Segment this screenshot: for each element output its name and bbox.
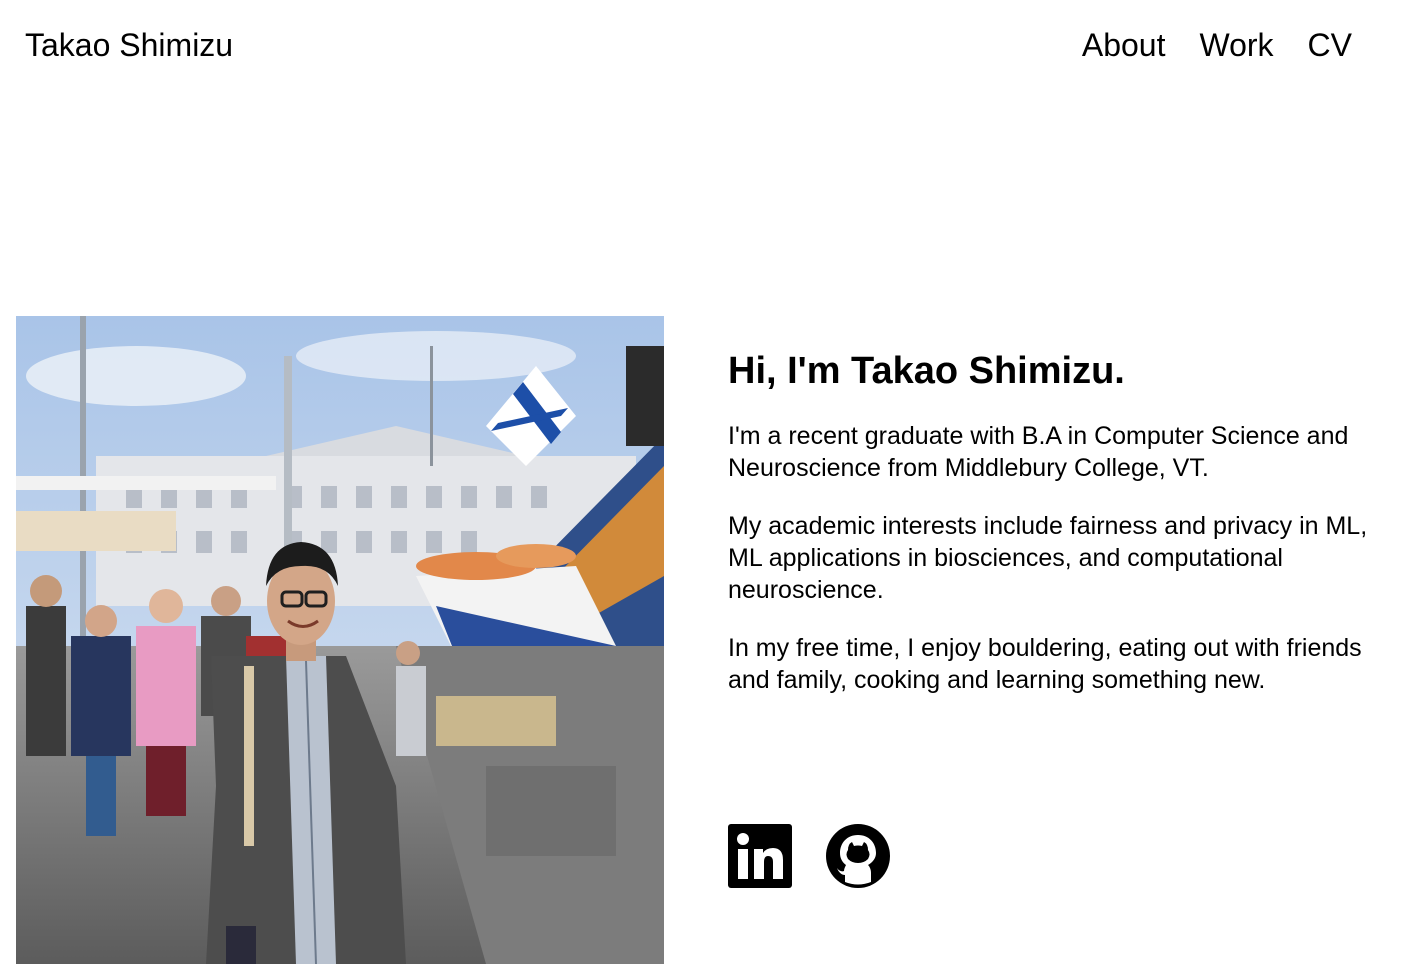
site-header: Takao Shimizu About Work CV xyxy=(0,0,1424,90)
intro-paragraph-education: I'm a recent graduate with B.A in Comput… xyxy=(728,422,1349,482)
main-nav: About Work CV xyxy=(1082,26,1352,64)
intro-paragraph-hobbies: In my free time, I enjoy bouldering, eat… xyxy=(728,634,1362,694)
github-link[interactable] xyxy=(826,824,890,888)
linkedin-icon xyxy=(728,824,792,888)
page-title: Hi, I'm Takao Shimizu. xyxy=(728,350,1125,392)
social-links xyxy=(728,824,890,888)
nav-about-link[interactable]: About xyxy=(1082,26,1166,64)
linkedin-link[interactable] xyxy=(728,824,792,888)
site-title-link[interactable]: Takao Shimizu xyxy=(25,26,233,64)
nav-cv-link[interactable]: CV xyxy=(1308,26,1352,64)
github-icon xyxy=(826,824,890,888)
intro-paragraph-interests: My academic interests include fairness a… xyxy=(728,512,1368,604)
intro-section: Hi, I'm Takao Shimizu. I'm a recent grad… xyxy=(728,348,1388,722)
portrait-photo-illustration xyxy=(16,316,664,964)
portrait-photo xyxy=(16,316,664,964)
nav-work-link[interactable]: Work xyxy=(1199,26,1273,64)
